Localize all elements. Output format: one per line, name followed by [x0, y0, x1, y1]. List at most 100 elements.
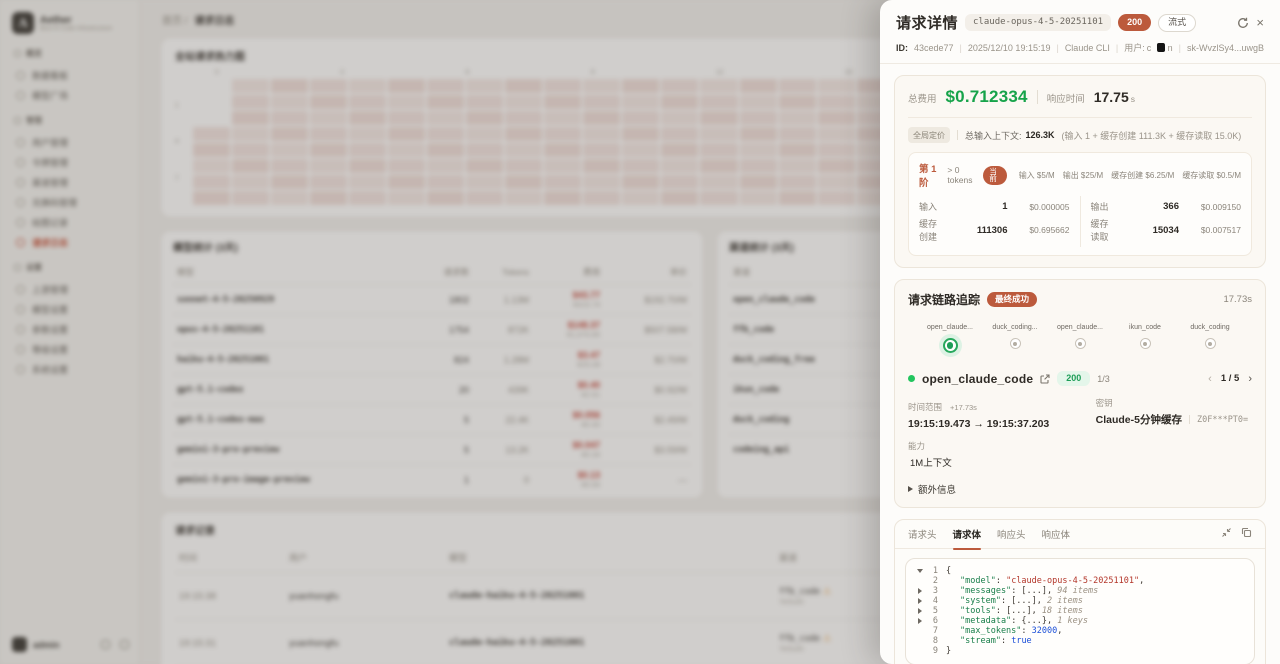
token-pun: : [...], [996, 606, 1042, 616]
usage-col-right: 输出366$0.009150 缓存读取15034$0.007517 [1091, 196, 1242, 247]
usage-col-left: 输入1$0.000005缓存创建111306$0.695662 [919, 196, 1070, 247]
chevron-right-icon [918, 608, 922, 614]
tab-1[interactable]: 请求头 [908, 520, 937, 549]
triangle-right-icon [908, 486, 913, 492]
request-id: 43cede77 [914, 43, 954, 53]
pager-prev-icon[interactable]: ‹ [1208, 373, 1212, 385]
code-content: "max_tokens": 32000, [946, 626, 1062, 636]
code-content: "system": [...], 2 items [946, 596, 1083, 606]
time-range: 19:15:19.473 → 19:15:37.203 [908, 418, 1096, 430]
usage-row-cache-read: 缓存读取15034$0.007517 [1091, 217, 1242, 243]
token-pun: : [996, 576, 1006, 586]
token-str: "claude-opus-4-5-20251101" [1006, 576, 1139, 586]
token-key: "metadata" [960, 616, 1011, 626]
token-key: "messages" [960, 586, 1011, 596]
channel-status-dot [908, 375, 915, 382]
trace-node-circle [1075, 338, 1086, 349]
code-line: 1{ [915, 566, 1245, 576]
trace-node-label: ikun_code [1129, 324, 1161, 331]
refresh-icon[interactable] [1237, 17, 1249, 29]
usage-row-cache-create: 缓存创建111306$0.695662 [919, 217, 1070, 243]
token-bool: true [1011, 636, 1031, 646]
time-delta: +17.73s [950, 403, 977, 412]
token-pun: : [1001, 636, 1011, 646]
token-key: "tools" [960, 606, 996, 616]
fold-toggle-icon[interactable] [915, 608, 924, 614]
trace-node[interactable]: duck_coding... [987, 324, 1044, 353]
context-breakdown: (输入 1 + 缓存创建 111.3K + 缓存读取 15.0K) [1062, 129, 1242, 142]
code-line: 9} [915, 646, 1245, 656]
trace-node-label: open_claude... [927, 324, 973, 331]
pager-position: 1 / 5 [1221, 373, 1240, 384]
line-number: 2 [924, 576, 938, 586]
extra-info-toggle[interactable]: 额外信息 [908, 482, 1252, 496]
trace-node-circle [1140, 338, 1151, 349]
fold-toggle-icon[interactable] [915, 569, 924, 573]
collapse-icon[interactable] [1221, 525, 1232, 543]
trace-node-circle [943, 338, 958, 353]
tab-2[interactable]: 请求体 [953, 520, 982, 549]
line-number: 6 [924, 616, 938, 626]
token-key: "system" [960, 596, 1001, 606]
redacted-username [1157, 43, 1166, 52]
line-number: 3 [924, 586, 938, 596]
trace-node-row: open_claude... duck_coding... open_claude.… [908, 324, 1252, 353]
token-meta: 94 items [1057, 586, 1098, 596]
token-pun: { [946, 566, 951, 576]
tier-rates: 输入 $5/M输出 $25/M缓存创建 $6.25/M缓存读取 $0.5/M [1019, 170, 1241, 181]
copy-icon[interactable] [1241, 525, 1252, 543]
fold-toggle-icon[interactable] [915, 618, 924, 624]
token-pun: : {...}, [1011, 616, 1057, 626]
code-line: 6"metadata": {...}, 1 keys [915, 616, 1245, 626]
trace-duration: 17.73s [1223, 294, 1252, 305]
trace-title: 请求链路追踪 [908, 291, 980, 308]
trace-result-badge: 最终成功 [987, 292, 1037, 307]
code-line: 2"model": "claude-opus-4-5-20251101", [915, 576, 1245, 586]
total-fee-label: 总费用 [908, 91, 937, 105]
code-line: 8"stream": true [915, 636, 1245, 646]
usage-tokens: 1 [946, 201, 1008, 212]
token-key: "max_tokens" [960, 626, 1021, 636]
line-number: 1 [924, 566, 938, 576]
code-line: 4"system": [...], 2 items [915, 596, 1245, 606]
rate-item: 输入 $5/M [1019, 170, 1055, 181]
trace-node[interactable]: ikun_code [1117, 324, 1174, 353]
code-content: { [946, 566, 951, 576]
fold-toggle-icon[interactable] [915, 588, 924, 594]
request-detail-drawer: 请求详情 claude-opus-4-5-20251101 200 流式 × I… [880, 0, 1280, 664]
code-content: "tools": [...], 18 items [946, 606, 1083, 616]
trace-node[interactable]: open_claude... [922, 324, 979, 353]
response-time-value: 17.75 [1094, 89, 1129, 105]
trace-node[interactable]: duck_coding [1182, 324, 1239, 353]
line-number: 9 [924, 646, 938, 656]
drawer-title: 请求详情 [896, 12, 958, 33]
trace-card: 请求链路追踪 最终成功 17.73s open_claude... duck_co… [894, 279, 1266, 508]
tab-3[interactable]: 响应头 [997, 520, 1026, 549]
rate-item: 缓存读取 $0.5/M [1182, 170, 1241, 181]
ability-tag: 1M上下文 [908, 455, 1252, 469]
code-content: "messages": [...], 94 items [946, 586, 1098, 596]
client-name: Claude CLI [1065, 43, 1110, 53]
payload-tabs: 请求头请求体响应头响应体 [895, 520, 1265, 549]
json-viewer[interactable]: 1{2"model": "claude-opus-4-5-20251101",3… [905, 558, 1255, 664]
code-content: "stream": true [946, 636, 1032, 646]
pager-next-icon[interactable]: › [1248, 373, 1252, 385]
cost-card: 总费用 $0.712334 响应时间 17.75s 全局定价 总输入上下文: 1… [894, 75, 1266, 268]
channel-name: open_claude_code [922, 372, 1033, 386]
trace-node[interactable]: open_claude... [1052, 324, 1109, 353]
usage-row-output: 输出366$0.009150 [1091, 200, 1242, 213]
usage-tokens: 111306 [946, 225, 1008, 236]
fold-toggle-icon[interactable] [915, 598, 924, 604]
attempt-count: 1/3 [1097, 374, 1110, 384]
usage-cost: $0.000005 [1008, 202, 1070, 212]
trace-node-label: open_claude... [1057, 324, 1103, 331]
token-pun: , [1139, 576, 1144, 586]
close-icon[interactable]: × [1256, 16, 1264, 29]
pricing-tier-card: 第 1 阶 > 0 tokens 当前 输入 $5/M输出 $25/M缓存创建 … [908, 152, 1252, 256]
code-line: 5"tools": [...], 18 items [915, 606, 1245, 616]
tab-4[interactable]: 响应体 [1042, 520, 1071, 549]
tier-condition: > 0 tokens [947, 165, 977, 185]
external-link-icon[interactable] [1040, 374, 1050, 384]
token-meta: 18 items [1042, 606, 1083, 616]
response-time-label: 响应时间 [1047, 91, 1085, 105]
